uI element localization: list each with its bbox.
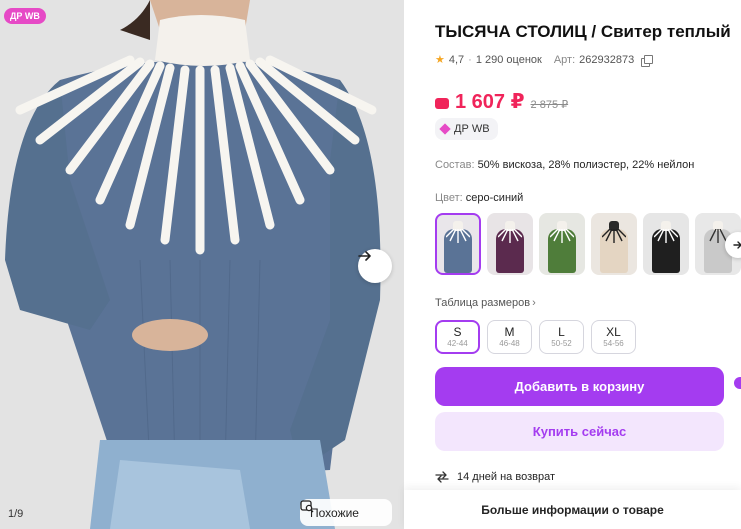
diamond-icon xyxy=(439,123,451,135)
size-range: 46-48 xyxy=(499,338,520,348)
size-label: L xyxy=(558,324,565,339)
returns-label: 14 дней на возврат xyxy=(457,471,555,483)
dr-wb-badge: ДР WB xyxy=(4,8,46,24)
size-selector: S 42-44 M 46-48 L 50-52 XL 54-56 xyxy=(435,320,636,354)
size-range: 42-44 xyxy=(447,338,468,348)
size-range: 50-52 xyxy=(551,338,572,348)
add-to-cart-button[interactable]: Добавить в корзину xyxy=(435,367,724,406)
current-price: 1 607 ₽ xyxy=(455,91,525,113)
star-icon: ★ xyxy=(435,54,445,66)
color-label: Цвет: xyxy=(435,192,463,204)
image-search-icon xyxy=(300,500,314,513)
chevron-right-icon: › xyxy=(532,297,536,309)
size-table-label: Таблица размеров xyxy=(435,297,531,309)
article-number: 262932873 xyxy=(579,53,635,66)
arrow-right-icon xyxy=(733,241,741,249)
composition-value: 50% вискоза, 28% полиэстер, 22% нейлон xyxy=(477,159,695,171)
buy-now-button[interactable]: Купить сейчас xyxy=(435,412,724,451)
promo-chip-label: ДР WB xyxy=(454,123,490,135)
color-swatch-beige[interactable] xyxy=(591,213,637,275)
size-label: M xyxy=(504,324,515,339)
similar-label: Похожие xyxy=(310,505,359,520)
wallet-icon xyxy=(435,98,449,109)
price-row: 1 607 ₽ 2 875 ₽ xyxy=(435,89,568,114)
size-table-link[interactable]: Таблица размеров › xyxy=(435,297,536,309)
separator-dot: · xyxy=(468,53,472,66)
rating-value: 4,7 xyxy=(448,53,465,66)
product-title: ТЫСЯЧА СТОЛИЦ / Свитер теплый xyxy=(435,22,731,41)
similar-button[interactable]: Похожие xyxy=(300,499,392,526)
arrow-right-icon xyxy=(358,251,371,261)
size-label: XL xyxy=(606,324,621,339)
size-option-xl[interactable]: XL 54-56 xyxy=(591,320,636,354)
sweater-illustration xyxy=(0,0,404,529)
size-option-s[interactable]: S 42-44 xyxy=(435,320,480,354)
reviews-link[interactable]: 1 290 оценок xyxy=(476,54,542,66)
color-value: серо-синий xyxy=(465,192,524,204)
more-info-button[interactable]: Больше информации о товаре xyxy=(404,490,741,529)
color-line: Цвет: серо-синий xyxy=(435,192,523,204)
article-label: Арт: xyxy=(553,53,576,66)
returns-info: 14 дней на возврат xyxy=(435,471,555,483)
photo-counter: 1/9 xyxy=(8,508,24,520)
copy-icon[interactable] xyxy=(641,54,654,67)
composition: Состав: 50% вискоза, 28% полиэстер, 22% … xyxy=(435,159,694,171)
size-option-m[interactable]: M 46-48 xyxy=(487,320,532,354)
old-price: 2 875 ₽ xyxy=(530,99,569,111)
favorite-icon[interactable] xyxy=(734,377,741,389)
size-range: 54-56 xyxy=(603,338,624,348)
return-arrows-icon xyxy=(435,471,449,483)
color-swatch-blue-grey[interactable] xyxy=(435,213,481,275)
promo-chip[interactable]: ДР WB xyxy=(435,118,498,140)
size-label: S xyxy=(453,324,462,339)
color-swatch-purple[interactable] xyxy=(487,213,533,275)
size-option-l[interactable]: L 50-52 xyxy=(539,320,584,354)
product-info-panel: ТЫСЯЧА СТОЛИЦ / Свитер теплый ★ 4,7 · 1 … xyxy=(435,0,741,529)
color-swatches xyxy=(435,213,741,275)
product-photo[interactable]: ДР WB 1/9 Похожие xyxy=(0,0,404,529)
color-swatch-green[interactable] xyxy=(539,213,585,275)
color-swatch-black[interactable] xyxy=(643,213,689,275)
composition-label: Состав: xyxy=(435,159,475,171)
next-photo-button[interactable] xyxy=(358,249,392,283)
rating-row: ★ 4,7 · 1 290 оценок Арт: 262932873 xyxy=(435,53,654,67)
